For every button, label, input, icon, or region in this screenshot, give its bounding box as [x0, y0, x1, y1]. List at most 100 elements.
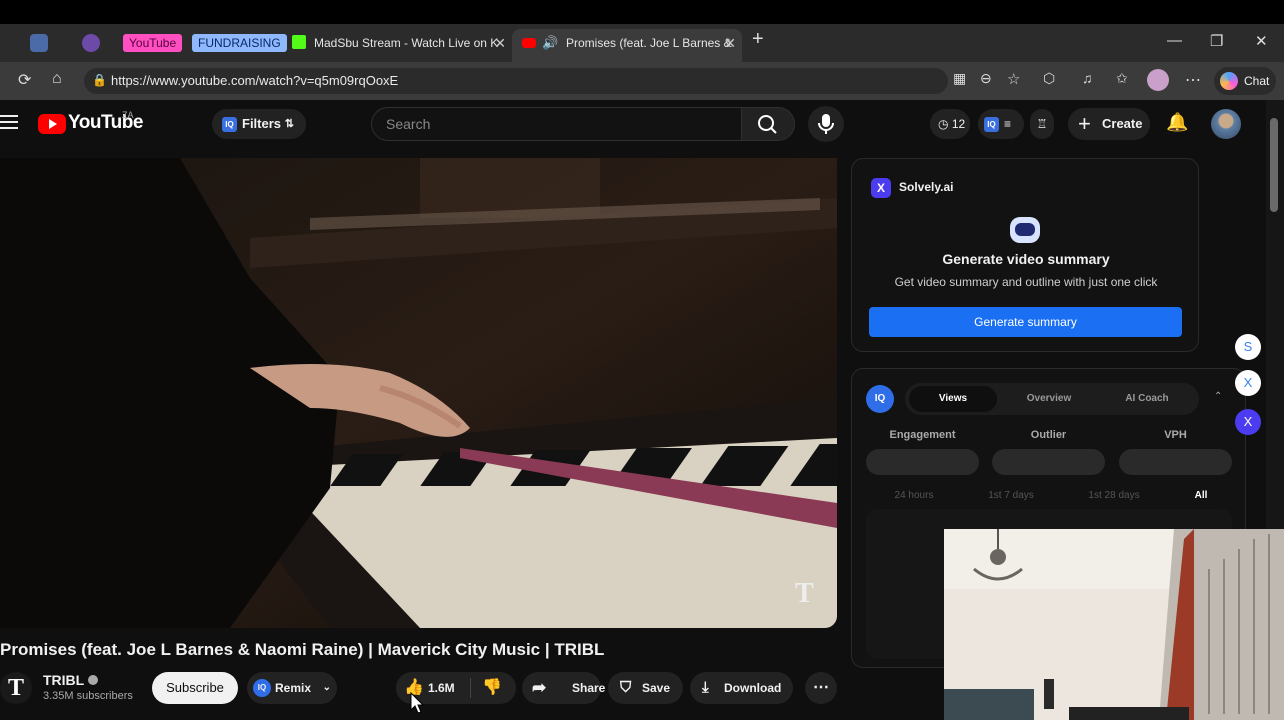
tab-pill-youtube[interactable]: YouTube [123, 34, 183, 52]
verified-icon [88, 675, 99, 685]
subscribe-button[interactable]: Subscribe [152, 672, 238, 704]
download-button[interactable]: ⤓ Download [690, 672, 793, 704]
range-28-days[interactable]: 1st 28 days [1072, 490, 1156, 501]
kick-icon [292, 35, 306, 49]
media-icon[interactable]: ♫ [1082, 70, 1093, 86]
loading-placeholder [992, 449, 1105, 475]
save-button[interactable]: ⛉ Save [608, 672, 683, 704]
remix-label: Remix [275, 681, 312, 695]
tab-overview[interactable]: Overview [1005, 386, 1093, 412]
channel-name-row[interactable]: TRIBL [43, 672, 99, 688]
side-extension-solvely[interactable]: X [1235, 409, 1261, 435]
scrollbar-thumb[interactable] [1270, 118, 1278, 212]
list-icon: ≡ [1004, 117, 1012, 131]
solvely-heading: Generate video summary [942, 251, 1110, 267]
counter-value: 12 [951, 117, 966, 131]
account-avatar[interactable] [1211, 109, 1241, 139]
solvely-subheading: Get video summary and outline with just … [894, 275, 1158, 289]
sliders-icon: ⇅ [284, 118, 294, 130]
filters-label: Filters [242, 116, 282, 131]
vidiq-tab-bar: Views Overview AI Coach [905, 383, 1199, 415]
range-24-hours[interactable]: 24 hours [872, 490, 956, 501]
solvely-logo-icon: X [871, 178, 891, 198]
video-player[interactable]: T [0, 158, 837, 628]
profile-avatar[interactable] [1147, 69, 1169, 91]
restore-icon[interactable]: ❐ [1210, 32, 1223, 50]
generate-summary-button[interactable]: Generate summary [869, 307, 1182, 337]
search-button[interactable] [741, 107, 795, 141]
tab-ai-coach[interactable]: AI Coach [1103, 386, 1191, 412]
tab-icon-circle[interactable] [82, 34, 100, 52]
video-title: Promises (feat. Joe L Barnes & Naomi Rai… [0, 640, 605, 659]
new-tab-icon[interactable]: + [752, 28, 764, 51]
tab-pill-fundraising[interactable]: FUNDRAISING [192, 34, 287, 52]
collapse-chevron-icon[interactable]: ⌃ [1214, 391, 1222, 402]
video-watermark: T [795, 578, 814, 609]
remix-button[interactable]: IQ Remix ⌄ [247, 672, 337, 704]
home-icon[interactable]: ⌂ [52, 70, 62, 88]
robot-icon [1010, 217, 1040, 243]
timer-counter-button[interactable]: ◷ 12 [930, 109, 970, 139]
close-window-icon[interactable]: ✕ [1255, 32, 1268, 50]
favorite-star-icon[interactable]: ☆ [1007, 70, 1020, 88]
video-frame [0, 158, 837, 628]
create-label: Create [1102, 116, 1143, 131]
vidiq-menu-button[interactable]: IQ ≡ [978, 109, 1024, 139]
country-code: ZA [122, 110, 134, 120]
chevron-down-icon: ⌄ [322, 682, 331, 693]
bookmark-icon: ⛉ [620, 679, 632, 696]
metric-outlier: Outlier [1030, 429, 1067, 441]
close-tab-icon[interactable]: ✕ [494, 29, 506, 57]
voice-search-button[interactable] [808, 106, 844, 142]
more-menu-icon[interactable]: ⋯ [1185, 70, 1201, 90]
share-button[interactable]: ➦ Share [522, 672, 605, 704]
channel-name: TRIBL [43, 672, 85, 688]
range-all[interactable]: All [1159, 490, 1243, 501]
clock-icon: ◷ [938, 117, 949, 131]
tab-icon-app[interactable] [30, 34, 48, 52]
divider [470, 678, 471, 698]
url-field[interactable]: https://www.youtube.com/watch?v=q5m09rqO… [84, 68, 948, 94]
metric-vph: VPH [1164, 429, 1187, 441]
chat-label: Chat [1244, 74, 1270, 88]
tab-promises[interactable]: 🔊 Promises (feat. Joe L Barnes & ✕ [512, 29, 742, 62]
vidiq-badge-icon: IQ [253, 679, 271, 697]
channel-logo[interactable]: T [0, 672, 32, 704]
tab-views[interactable]: Views [909, 386, 997, 412]
reload-icon[interactable]: ⟳ [18, 70, 31, 90]
filters-button[interactable]: IQ Filters ⇅ [212, 109, 306, 139]
zoom-icon[interactable]: ⊖ [980, 70, 992, 87]
tab-title: MadSbu Stream - Watch Live on K [314, 36, 499, 50]
lock-icon: 🔒 [92, 73, 107, 87]
side-extension-scissors[interactable]: X [1235, 370, 1261, 396]
more-actions-icon[interactable]: ⋯ [805, 672, 837, 704]
create-button[interactable]: + Create [1068, 108, 1150, 140]
solvely-panel: X Solvely.ai Generate video summary Get … [851, 158, 1199, 352]
vidiq-badge-icon: IQ [984, 117, 999, 132]
search-input[interactable]: Search [371, 107, 741, 141]
copilot-chat-button[interactable]: Chat [1214, 67, 1276, 95]
youtube-logo-icon[interactable] [38, 114, 66, 134]
vidiq-logo-icon: IQ [866, 385, 894, 413]
plus-icon: + [1078, 111, 1091, 136]
extensions-icon[interactable]: ⬡ [1043, 70, 1055, 87]
side-extension-s[interactable]: S [1235, 334, 1261, 360]
favorites-icon[interactable]: ✩ [1116, 70, 1128, 87]
webcam-overlay [944, 529, 1284, 720]
microphone-icon [818, 114, 834, 134]
tab-title: Promises (feat. Joe L Barnes & [566, 36, 732, 50]
like-count[interactable]: 1.6M [428, 672, 455, 704]
close-tab-icon[interactable]: ✕ [724, 29, 736, 57]
speaker-icon[interactable]: 🔊 [542, 29, 558, 57]
minimize-icon[interactable]: — [1167, 32, 1182, 49]
tab-madsbu[interactable]: MadSbu Stream - Watch Live on K ✕ [288, 29, 512, 57]
menu-icon[interactable] [0, 115, 18, 129]
share-label: Share [572, 681, 606, 695]
range-7-days[interactable]: 1st 7 days [969, 490, 1053, 501]
app-available-icon[interactable]: ▦ [953, 70, 966, 87]
dislike-icon[interactable]: 👎 [482, 672, 502, 704]
download-label: Download [724, 681, 782, 695]
loading-placeholder [866, 449, 979, 475]
trophy-icon[interactable]: ♖ [1030, 109, 1054, 139]
notifications-bell-icon[interactable]: 🔔 [1166, 112, 1188, 133]
